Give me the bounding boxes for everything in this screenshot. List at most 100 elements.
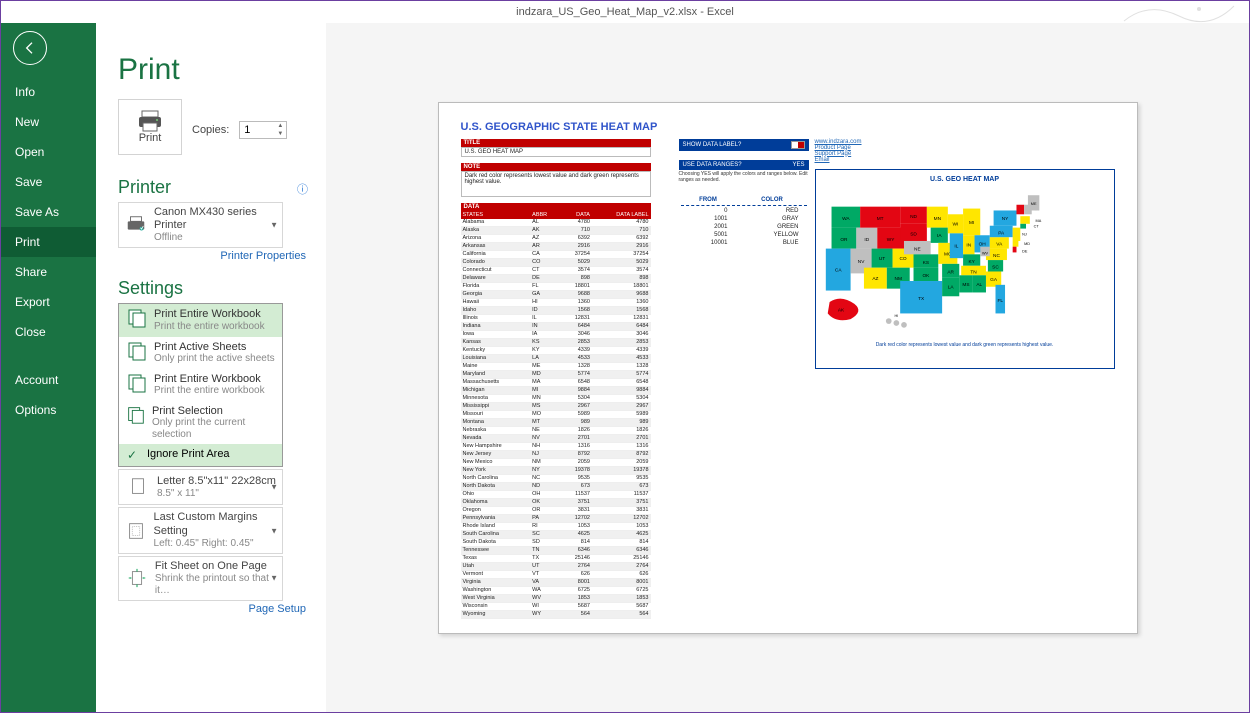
back-button[interactable] (13, 31, 47, 65)
svg-text:IL: IL (954, 243, 958, 249)
svg-text:CA: CA (834, 267, 841, 273)
paper-size-dropdown[interactable]: Letter 8.5"x11" 22x28cm8.5" x 11" ▼ (118, 469, 283, 505)
check-icon: ✓ (127, 448, 141, 462)
window-title: indzara_US_Geo_Heat_Map_v2.xlsx - Excel (516, 6, 734, 18)
svg-text:GA: GA (990, 277, 998, 283)
nav-new[interactable]: New (1, 107, 96, 137)
svg-text:WA: WA (842, 216, 850, 222)
chevron-down-icon: ▼ (270, 526, 278, 535)
svg-text:SC: SC (992, 264, 999, 270)
page-heading: Print (118, 53, 308, 87)
printer-icon (137, 110, 163, 132)
use-ranges-value: YES (792, 162, 804, 168)
svg-text:TN: TN (970, 269, 977, 275)
printer-heading: Printer (118, 177, 171, 197)
svg-text:MN: MN (933, 216, 941, 222)
window-title-bar: indzara_US_Geo_Heat_Map_v2.xlsx - Excel (1, 1, 1249, 23)
fit-page-icon (125, 565, 149, 591)
svg-text:MI: MI (969, 219, 974, 225)
print-button-label: Print (139, 132, 162, 144)
svg-text:KY: KY (968, 258, 975, 264)
page-icon (125, 474, 151, 500)
svg-text:LA: LA (947, 284, 954, 290)
map-title: U.S. GEO HEAT MAP (822, 176, 1108, 183)
print-what-option[interactable]: Print Entire WorkbookPrint the entire wo… (119, 369, 282, 401)
print-what-dropdown-open[interactable]: Print Entire WorkbookPrint the entire wo… (118, 303, 283, 467)
ranges-table: FROMCOLOR0RED1001GRAY2001GREEN5001YELLOW… (679, 193, 809, 248)
svg-text:CO: CO (899, 256, 906, 262)
arrow-left-icon (22, 40, 38, 56)
svg-text:MA: MA (1035, 218, 1041, 222)
svg-text:UT: UT (878, 256, 884, 262)
nav-close[interactable]: Close (1, 317, 96, 347)
svg-text:CT: CT (1033, 224, 1039, 228)
nav-export[interactable]: Export (1, 287, 96, 317)
nav-options[interactable]: Options (1, 395, 96, 425)
page-setup-link[interactable]: Page Setup (118, 603, 306, 615)
print-button[interactable]: Print (118, 99, 182, 155)
nav-account[interactable]: Account (1, 365, 96, 395)
svg-text:HI: HI (894, 314, 898, 318)
nav-open[interactable]: Open (1, 137, 96, 167)
nav-share[interactable]: Share (1, 257, 96, 287)
svg-text:MS: MS (962, 281, 969, 287)
margins-sub: Left: 0.45" Right: 0.45" (154, 538, 276, 550)
sheets-icon (125, 341, 149, 361)
nav-save-as[interactable]: Save As (1, 197, 96, 227)
map-note: Dark red color represents lowest value a… (822, 342, 1108, 348)
svg-text:OK: OK (922, 273, 930, 279)
chevron-down-icon: ▼ (270, 574, 278, 583)
print-what-option[interactable]: Print Entire WorkbookPrint the entire wo… (119, 304, 282, 336)
nav-info[interactable]: Info (1, 77, 96, 107)
paper-title: Letter 8.5"x11" 22x28cm (157, 475, 276, 488)
paper-sub: 8.5" x 11" (157, 488, 276, 500)
info-icon[interactable]: ⓘ (297, 181, 308, 197)
svg-text:AZ: AZ (872, 276, 878, 282)
preview-links: www.indzara.comProduct PageSupport PageE… (815, 139, 1115, 163)
map-box: U.S. GEO HEAT MAP WA OR CA NV ID MT WY (815, 169, 1115, 369)
show-label-row: SHOW DATA LABEL? (679, 139, 809, 151)
document-title: U.S. GEOGRAPHIC STATE HEAT MAP (461, 121, 1115, 133)
copies-value: 1 (244, 124, 250, 136)
ignore-print-area-option[interactable]: ✓ Ignore Print Area (119, 444, 282, 466)
svg-text:SD: SD (910, 231, 917, 237)
printer-properties-link[interactable]: Printer Properties (118, 250, 306, 262)
svg-text:NY: NY (1001, 216, 1008, 222)
svg-text:NV: NV (857, 258, 864, 264)
svg-text:KS: KS (922, 259, 928, 265)
spinner-down-icon[interactable]: ▼ (274, 130, 286, 138)
svg-text:WV: WV (981, 251, 988, 255)
margins-icon (125, 518, 148, 544)
printer-device-icon (125, 212, 148, 238)
print-settings-pane: Print Print Copies: 1 ▲▼ Printer ⓘ (96, 23, 326, 712)
copies-spinner[interactable]: 1 ▲▼ (239, 121, 287, 139)
svg-text:DE: DE (1022, 249, 1028, 253)
settings-heading: Settings (118, 278, 308, 299)
chevron-down-icon: ▼ (270, 221, 278, 230)
copies-label: Copies: (192, 124, 229, 136)
nav-save[interactable]: Save (1, 167, 96, 197)
spinner-up-icon[interactable]: ▲ (274, 122, 286, 130)
svg-text:IN: IN (966, 242, 971, 248)
sheets-icon (125, 405, 147, 425)
nav-print[interactable]: Print (1, 227, 96, 257)
preview-link[interactable]: Email (815, 157, 1115, 163)
flag-icon (791, 141, 805, 149)
use-ranges-row: USE DATA RANGES? YES (679, 160, 809, 170)
use-ranges-caption: USE DATA RANGES? (683, 162, 742, 168)
sheets-icon (125, 373, 149, 393)
printer-status: Offline (154, 232, 276, 244)
printer-dropdown[interactable]: Canon MX430 series Printer Offline ▼ (118, 202, 283, 248)
title-value: U.S. GEO HEAT MAP (461, 147, 651, 157)
print-what-option[interactable]: Print SelectionOnly print the current se… (119, 401, 282, 445)
scale-title: Fit Sheet on One Page (155, 560, 276, 573)
print-what-option[interactable]: Print Active SheetsOnly print the active… (119, 337, 282, 369)
preview-page: U.S. GEOGRAPHIC STATE HEAT MAP TITLE U.S… (438, 102, 1138, 634)
svg-text:WI: WI (952, 221, 958, 227)
margins-dropdown[interactable]: Last Custom Margins SettingLeft: 0.45" R… (118, 507, 283, 553)
svg-text:FL: FL (997, 297, 1003, 303)
svg-text:WY: WY (886, 236, 894, 242)
svg-text:MD: MD (1024, 241, 1030, 245)
scaling-dropdown[interactable]: Fit Sheet on One PageShrink the printout… (118, 556, 283, 601)
data-header: DATA (461, 203, 651, 211)
